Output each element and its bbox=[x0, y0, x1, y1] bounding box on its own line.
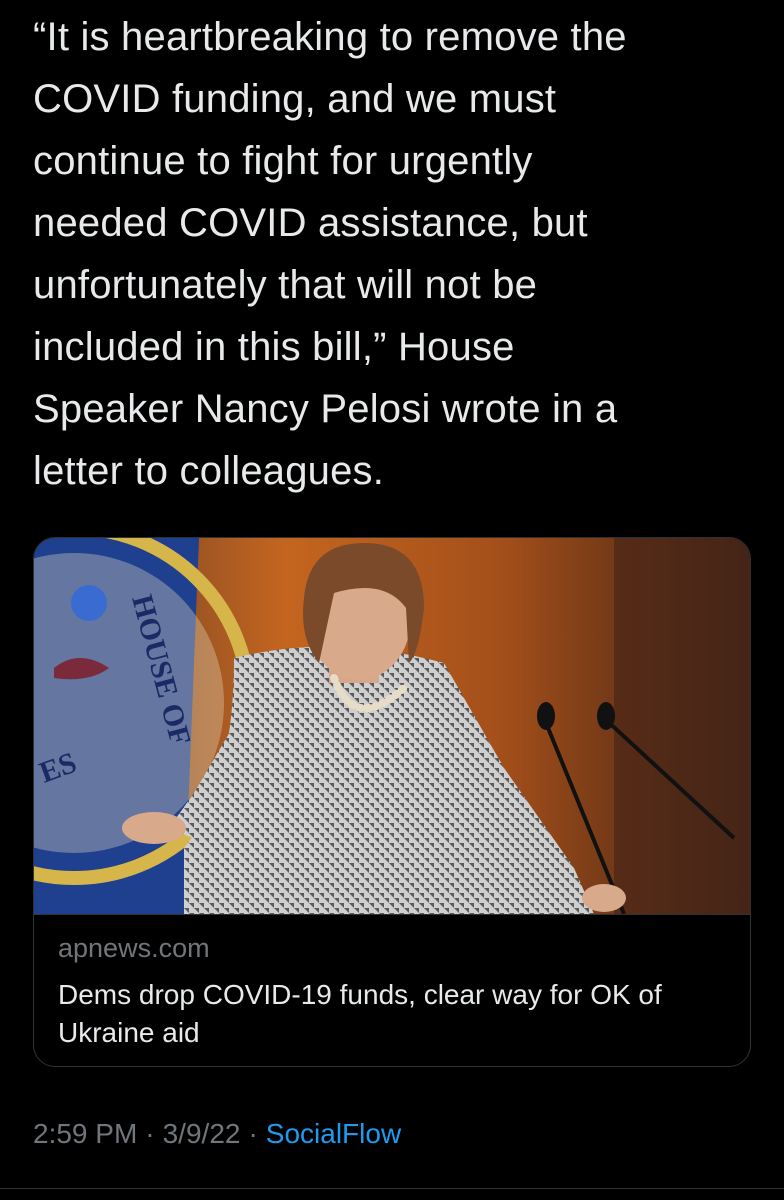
tweet-date[interactable]: 3/9/22 bbox=[163, 1118, 241, 1149]
tweet-time[interactable]: 2:59 PM bbox=[33, 1118, 137, 1149]
tweet-text: “It is heartbreaking to remove the COVID… bbox=[33, 15, 627, 493]
card-image[interactable]: HOUSE OF ES bbox=[34, 538, 750, 915]
link-card[interactable]: HOUSE OF ES apnews.com Dems drop COVID-1… bbox=[33, 537, 751, 1067]
card-domain: apnews.com bbox=[58, 933, 210, 963]
meta-separator: · bbox=[248, 1118, 258, 1149]
tweet-meta: 2:59 PM · 3/9/22 · SocialFlow bbox=[33, 1118, 401, 1150]
card-title[interactable]: Dems drop COVID-19 funds, clear way for … bbox=[58, 976, 718, 1052]
tweet-source-link[interactable]: SocialFlow bbox=[266, 1118, 401, 1149]
meta-separator: · bbox=[145, 1118, 155, 1149]
divider bbox=[0, 1188, 784, 1189]
press-conference-photo: HOUSE OF ES bbox=[34, 538, 750, 914]
